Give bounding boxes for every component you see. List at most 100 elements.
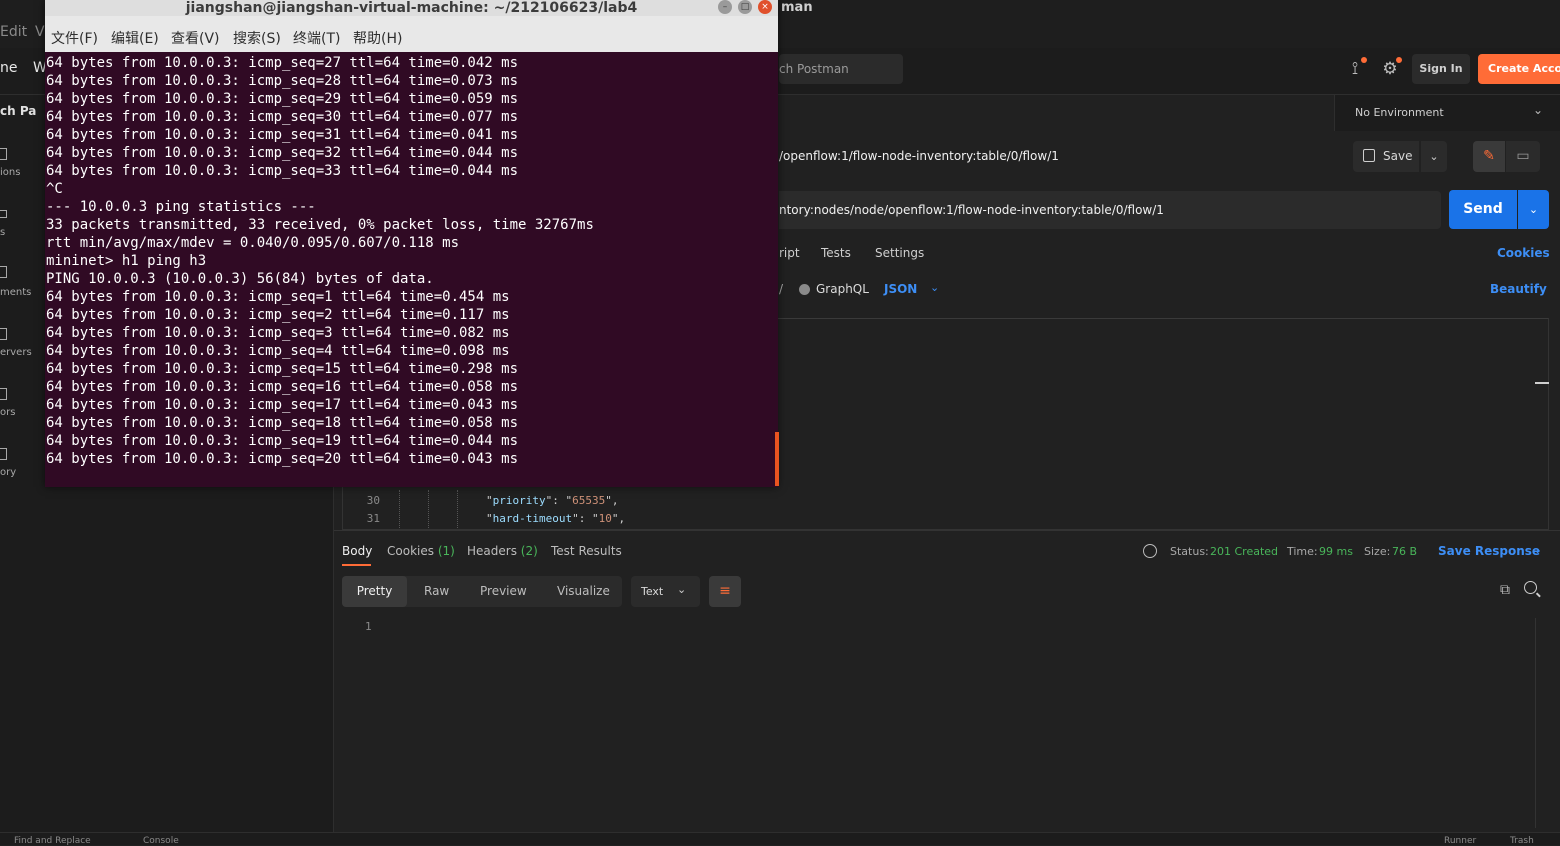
left-nav-rail [0, 95, 37, 832]
collections-icon [0, 148, 7, 160]
sign-in-button[interactable]: Sign In [1412, 54, 1470, 84]
terminal-line: 64 bytes from 10.0.0.3: icmp_seq=3 ttl=6… [46, 325, 510, 341]
view-raw[interactable]: Raw [424, 576, 449, 607]
wrap-lines-icon[interactable]: ≡ [709, 576, 741, 607]
search-icon-handle [1536, 592, 1541, 598]
terminal-line: 64 bytes from 10.0.0.3: icmp_seq=29 ttl=… [46, 91, 519, 107]
sidebar-item-history[interactable]: ory [0, 467, 16, 478]
view-visualize[interactable]: Visualize [557, 576, 610, 607]
terminal-line: 64 bytes from 10.0.0.3: icmp_seq=27 ttl=… [46, 55, 519, 71]
chevron-down-icon: ⌄ [930, 281, 940, 294]
minimize-icon[interactable]: – [718, 0, 732, 14]
request-name: /openflow:1/flow-node-inventory:table/0/… [779, 149, 1059, 163]
response-tab-test-results[interactable]: Test Results [551, 544, 622, 558]
indent-guide [428, 490, 430, 528]
pane-divider[interactable] [334, 530, 1560, 531]
beautify-link[interactable]: Beautify [1490, 282, 1547, 296]
search-icon[interactable] [1524, 581, 1537, 594]
json-key: hard-timeout [492, 512, 573, 525]
terminal-menu-file[interactable]: 文件(F) [51, 28, 98, 48]
status-value: 201 Created [1210, 545, 1279, 558]
tab-tests[interactable]: Tests [821, 246, 851, 260]
close-icon[interactable]: × [758, 0, 772, 14]
response-tab-headers[interactable]: Headers (2) [467, 544, 538, 558]
response-tab-body[interactable]: Body [342, 544, 372, 558]
save-options-chevron[interactable]: ⌄ [1421, 141, 1447, 172]
environments-icon [0, 266, 7, 278]
trash-button[interactable]: Trash [1510, 836, 1534, 846]
sidebar-item-collections[interactable]: ions [0, 167, 20, 178]
json-key: priority [492, 494, 546, 507]
create-account-button[interactable]: Create Account [1478, 54, 1560, 84]
terminal-line: 64 bytes from 10.0.0.3: icmp_seq=15 ttl=… [46, 361, 519, 377]
view-pretty[interactable]: Pretty [342, 576, 407, 607]
terminal-line: 64 bytes from 10.0.0.3: icmp_seq=32 ttl=… [46, 145, 519, 161]
terminal-scrollbar[interactable] [775, 432, 779, 486]
menu-view[interactable]: V [35, 24, 45, 40]
runner-button[interactable]: Runner [1444, 836, 1476, 846]
terminal-menu-terminal[interactable]: 终端(T) [293, 28, 340, 48]
terminal-line: mininet> h1 ping h3 [46, 253, 207, 269]
terminal-line: 64 bytes from 10.0.0.3: icmp_seq=4 ttl=6… [46, 343, 510, 359]
json-value: 10 [598, 512, 612, 525]
request-url-input[interactable]: ntory:nodes/node/openflow:1/flow-node-in… [779, 191, 1441, 229]
graphql-radio[interactable] [799, 284, 810, 295]
apis-icon [0, 210, 7, 218]
terminal-line: 64 bytes from 10.0.0.3: icmp_seq=30 ttl=… [46, 109, 519, 125]
terminal-line: 64 bytes from 10.0.0.3: icmp_seq=31 ttl=… [46, 127, 519, 143]
terminal-menu-view[interactable]: 查看(V) [171, 28, 220, 48]
indent-guide [399, 490, 401, 528]
terminal-line: 64 bytes from 10.0.0.3: icmp_seq=20 ttl=… [46, 451, 519, 467]
size-value: 76 B [1392, 545, 1418, 558]
graphql-label[interactable]: GraphQL [816, 282, 869, 296]
save-response-button[interactable]: Save Response [1438, 544, 1540, 558]
editor-scrollbar[interactable] [1535, 382, 1549, 384]
sidebar-item-monitors[interactable]: ors [0, 407, 15, 418]
nav-home[interactable]: ne [0, 60, 18, 76]
comments-icon[interactable]: ▭ [1506, 141, 1540, 172]
tab-pre-request-script[interactable]: ript [779, 246, 800, 260]
status-label: Status: [1170, 545, 1209, 558]
terminal-line: 64 bytes from 10.0.0.3: icmp_seq=17 ttl=… [46, 397, 519, 413]
menu-edit[interactable]: Edit [0, 24, 27, 40]
response-scrollbar[interactable] [1535, 618, 1550, 828]
environment-label: No Environment [1355, 106, 1444, 119]
tab-label: Headers [467, 544, 517, 558]
tab-settings[interactable]: Settings [875, 246, 924, 260]
body-type-select[interactable]: JSON [884, 282, 917, 296]
terminal-line: 33 packets transmitted, 33 received, 0% … [46, 217, 594, 233]
terminal-line: 64 bytes from 10.0.0.3: icmp_seq=28 ttl=… [46, 73, 519, 89]
monitors-icon [0, 388, 7, 400]
find-replace-button[interactable]: Find and Replace [14, 836, 91, 846]
sidebar-item-environments[interactable]: ments [0, 287, 31, 298]
terminal-line: 64 bytes from 10.0.0.3: icmp_seq=18 ttl=… [46, 415, 519, 431]
active-tab-indicator [342, 564, 371, 566]
terminal-output[interactable]: 64 bytes from 10.0.0.3: icmp_seq=27 ttl=… [46, 54, 778, 484]
code-line: "hard-timeout": "10", [486, 512, 626, 525]
time-label: Time: [1287, 545, 1318, 558]
cookies-link[interactable]: Cookies [1497, 246, 1550, 260]
send-options-chevron[interactable]: ⌄ [1518, 190, 1549, 229]
terminal-menu-help[interactable]: 帮助(H) [353, 28, 402, 48]
sidebar-item-apis[interactable]: s [0, 227, 5, 238]
format-select[interactable]: Text [631, 576, 700, 607]
console-button[interactable]: Console [143, 836, 179, 846]
terminal-menu-edit[interactable]: 编辑(E) [111, 28, 159, 48]
globe-icon[interactable] [1143, 544, 1157, 558]
time-value: 99 ms [1319, 545, 1353, 558]
copy-icon[interactable]: ⧉ [1500, 582, 1510, 598]
tab-label: Cookies [387, 544, 434, 558]
line-number: 31 [366, 512, 380, 525]
mock-servers-icon [0, 328, 7, 340]
terminal-line: 64 bytes from 10.0.0.3: icmp_seq=19 ttl=… [46, 433, 519, 449]
terminal-menu-search[interactable]: 搜索(S) [233, 28, 281, 48]
maximize-icon[interactable]: □ [738, 0, 752, 14]
view-preview[interactable]: Preview [480, 576, 527, 607]
search-postman-input[interactable]: ch Postman [779, 54, 903, 84]
response-tab-cookies[interactable]: Cookies (1) [387, 544, 455, 558]
send-button[interactable]: Send [1449, 190, 1517, 229]
edit-pencil-icon[interactable]: ✎ [1473, 141, 1505, 172]
notification-dot [1361, 57, 1367, 63]
chevron-down-icon[interactable]: ⌄ [1533, 543, 1542, 556]
sidebar-item-mock-servers[interactable]: ervers [0, 347, 32, 358]
